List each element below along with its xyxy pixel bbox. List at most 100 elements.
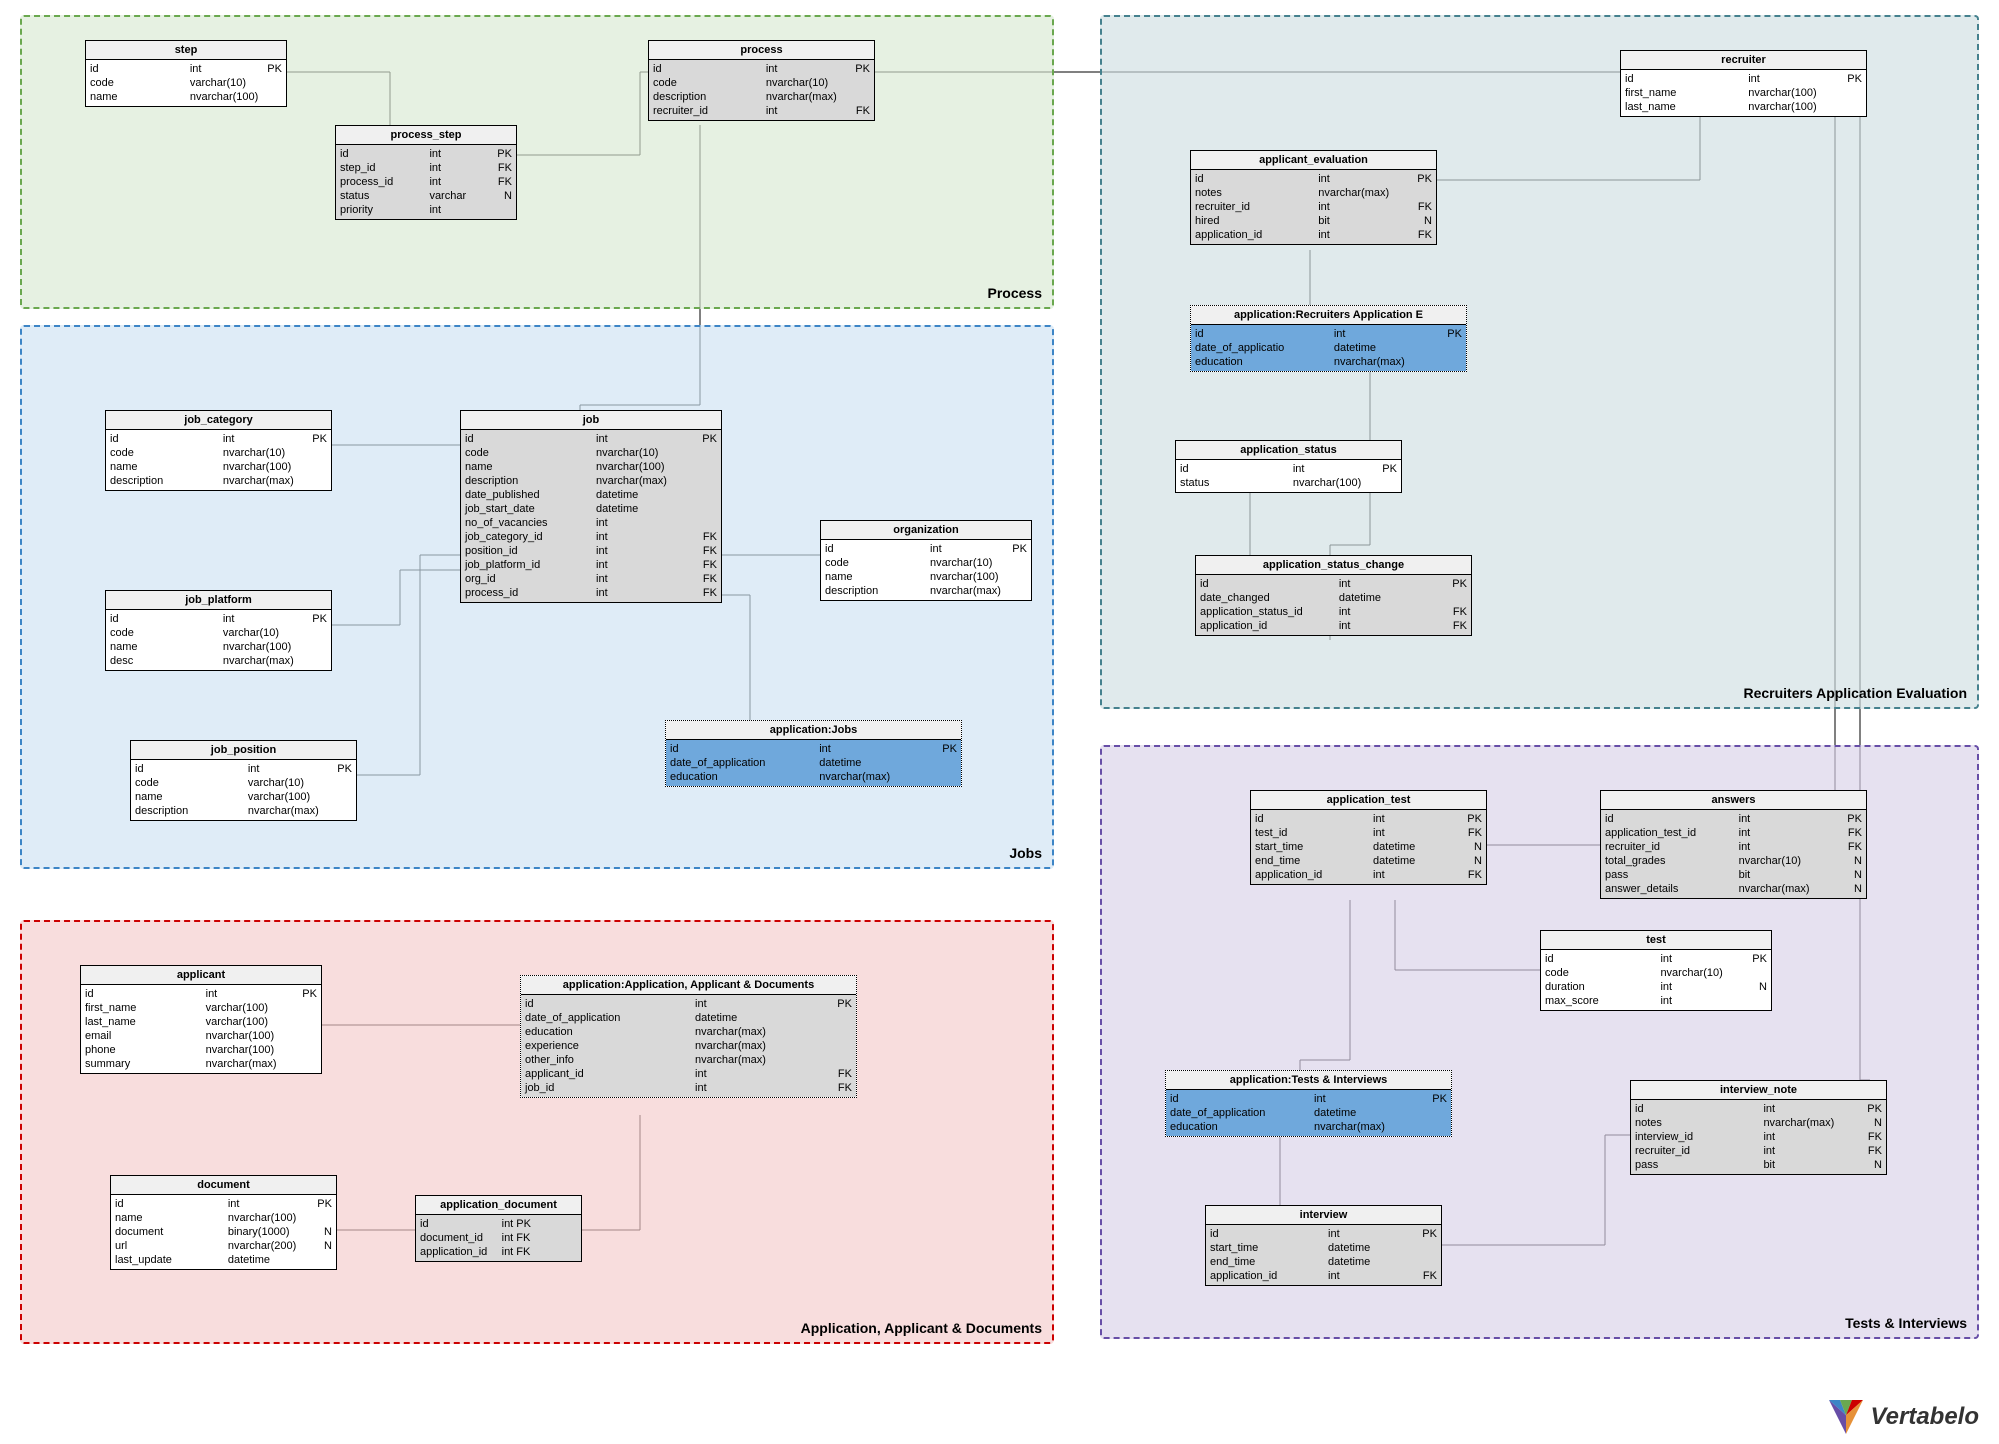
- entity-recruiter[interactable]: recruiter idintPKfirst_namenvarchar(100)…: [1620, 50, 1867, 117]
- column-row: emailnvarchar(100): [85, 1029, 317, 1043]
- entity-applicant[interactable]: applicant idintPKfirst_namevarchar(100)l…: [80, 965, 322, 1074]
- column-row: descriptionnvarchar(max): [653, 90, 870, 104]
- entity-title: application_status: [1176, 441, 1401, 460]
- zone-label: Jobs: [1009, 845, 1042, 861]
- column-row: namenvarchar(100): [825, 570, 1027, 584]
- entity-application_tests[interactable]: application:Tests & Interviews idintPKda…: [1165, 1070, 1452, 1137]
- column-row: descriptionnvarchar(max): [110, 474, 327, 488]
- erd-canvas: Process Jobs Application, Applicant & Do…: [0, 0, 1999, 1444]
- column-row: codevarchar(10): [110, 626, 327, 640]
- entity-application_document[interactable]: application_document idint PKdocument_id…: [415, 1195, 582, 1262]
- column-row: codenvarchar(10): [825, 556, 1027, 570]
- column-row: job_category_idintFK: [465, 530, 717, 544]
- column-row: start_timedatetimeN: [1255, 840, 1482, 854]
- column-row: application_idintFK: [1195, 228, 1432, 242]
- entity-application_jobs[interactable]: application:Jobs idintPKdate_of_applicat…: [665, 720, 962, 787]
- column-row: max_scoreint: [1545, 994, 1767, 1008]
- column-row: end_timedatetime: [1210, 1255, 1437, 1269]
- column-row: date_publisheddatetime: [465, 488, 717, 502]
- entity-job_platform[interactable]: job_platform idintPKcodevarchar(10)namen…: [105, 590, 332, 671]
- entity-application_test[interactable]: application_test idintPKtest_idintFKstar…: [1250, 790, 1487, 885]
- entity-process[interactable]: process idintPKcodenvarchar(10)descripti…: [648, 40, 875, 121]
- column-row: descriptionnvarchar(max): [825, 584, 1027, 598]
- column-row: codenvarchar(10): [1545, 966, 1767, 980]
- column-row: no_of_vacanciesint: [465, 516, 717, 530]
- zone-label: Application, Applicant & Documents: [801, 1320, 1042, 1336]
- column-row: end_timedatetimeN: [1255, 854, 1482, 868]
- entity-process_step[interactable]: process_step idintPKstep_idintFKprocess_…: [335, 125, 517, 220]
- column-row: namenvarchar(100): [90, 90, 282, 104]
- column-row: idintPK: [1635, 1102, 1882, 1116]
- column-row: idintPK: [1625, 72, 1862, 86]
- column-row: idintPK: [653, 62, 870, 76]
- column-row: org_idintFK: [465, 572, 717, 586]
- column-row: test_idintFK: [1255, 826, 1482, 840]
- column-row: namenvarchar(100): [115, 1211, 332, 1225]
- entity-test[interactable]: test idintPKcodenvarchar(10)durationintN…: [1540, 930, 1772, 1011]
- column-row: other_infonvarchar(max): [525, 1053, 852, 1067]
- column-row: application_idintFK: [1200, 619, 1467, 633]
- column-row: descriptionnvarchar(max): [465, 474, 717, 488]
- entity-answers[interactable]: answers idintPKapplication_test_idintFKr…: [1600, 790, 1867, 899]
- entity-application_status[interactable]: application_status idintPKstatusnvarchar…: [1175, 440, 1402, 493]
- entity-application_status_change[interactable]: application_status_change idintPKdate_ch…: [1195, 555, 1472, 636]
- logo-icon: [1829, 1400, 1863, 1434]
- column-row: last_namevarchar(100): [85, 1015, 317, 1029]
- column-row: last_namenvarchar(100): [1625, 100, 1862, 114]
- entity-job[interactable]: job idintPKcodenvarchar(10)namenvarchar(…: [460, 410, 722, 603]
- column-row: idint PK: [420, 1217, 577, 1231]
- column-row: idintPK: [110, 432, 327, 446]
- entity-job_category[interactable]: job_category idintPKcodenvarchar(10)name…: [105, 410, 332, 491]
- column-row: job_idintFK: [525, 1081, 852, 1095]
- column-row: durationintN: [1545, 980, 1767, 994]
- column-row: idintPK: [1605, 812, 1862, 826]
- entity-title: application_document: [416, 1196, 581, 1215]
- entity-title: recruiter: [1621, 51, 1866, 70]
- column-row: passbitN: [1635, 1158, 1882, 1172]
- column-row: idintPK: [90, 62, 282, 76]
- column-row: codevarchar(10): [135, 776, 352, 790]
- entity-document[interactable]: document idintPKnamenvarchar(100)documen…: [110, 1175, 337, 1270]
- column-row: educationnvarchar(max): [1195, 355, 1462, 369]
- entity-interview[interactable]: interview idintPKstart_timedatetimeend_t…: [1205, 1205, 1442, 1286]
- entity-interview_note[interactable]: interview_note idintPKnotesnvarchar(max)…: [1630, 1080, 1887, 1175]
- column-row: idintPK: [465, 432, 717, 446]
- entity-organization[interactable]: organization idintPKcodenvarchar(10)name…: [820, 520, 1032, 601]
- column-row: process_idintFK: [465, 586, 717, 600]
- column-row: idintPK: [85, 987, 317, 1001]
- column-row: codevarchar(10): [90, 76, 282, 90]
- column-row: experiencenvarchar(max): [525, 1039, 852, 1053]
- entity-title: step: [86, 41, 286, 60]
- column-row: descnvarchar(max): [110, 654, 327, 668]
- entity-title: application:Recruiters Application E: [1191, 306, 1466, 325]
- entity-job_position[interactable]: job_position idintPKcodevarchar(10)namev…: [130, 740, 357, 821]
- column-row: job_start_datedatetime: [465, 502, 717, 516]
- column-row: namenvarchar(100): [110, 640, 327, 654]
- column-row: idintPK: [110, 612, 327, 626]
- column-row: application_idintFK: [1210, 1269, 1437, 1283]
- column-row: namevarchar(100): [135, 790, 352, 804]
- column-row: idintPK: [340, 147, 512, 161]
- column-row: application_test_idintFK: [1605, 826, 1862, 840]
- column-row: passbitN: [1605, 868, 1862, 882]
- entity-title: application:Jobs: [666, 721, 961, 740]
- entity-application_recr[interactable]: application:Recruiters Application E idi…: [1190, 305, 1467, 372]
- entity-step[interactable]: step idintPKcodevarchar(10)namenvarchar(…: [85, 40, 287, 107]
- column-row: start_timedatetime: [1210, 1241, 1437, 1255]
- entity-application_app[interactable]: application:Application, Applicant & Doc…: [520, 975, 857, 1098]
- column-row: recruiter_idintFK: [1195, 200, 1432, 214]
- vertabelo-logo: Vertabelo: [1829, 1400, 1979, 1434]
- column-row: first_namevarchar(100): [85, 1001, 317, 1015]
- entity-applicant_evaluation[interactable]: applicant_evaluation idintPKnotesnvarcha…: [1190, 150, 1437, 245]
- column-row: application_idint FK: [420, 1245, 577, 1259]
- entity-title: document: [111, 1176, 336, 1195]
- entity-title: application:Application, Applicant & Doc…: [521, 976, 856, 995]
- entity-title: test: [1541, 931, 1771, 950]
- zone-label: Process: [988, 285, 1042, 301]
- column-row: first_namenvarchar(100): [1625, 86, 1862, 100]
- column-row: date_of_applicatiodatetime: [1195, 341, 1462, 355]
- column-row: process_idintFK: [340, 175, 512, 189]
- entity-title: job_platform: [106, 591, 331, 610]
- column-row: date_of_applicationdatetime: [670, 756, 957, 770]
- column-row: date_of_applicationdatetime: [525, 1011, 852, 1025]
